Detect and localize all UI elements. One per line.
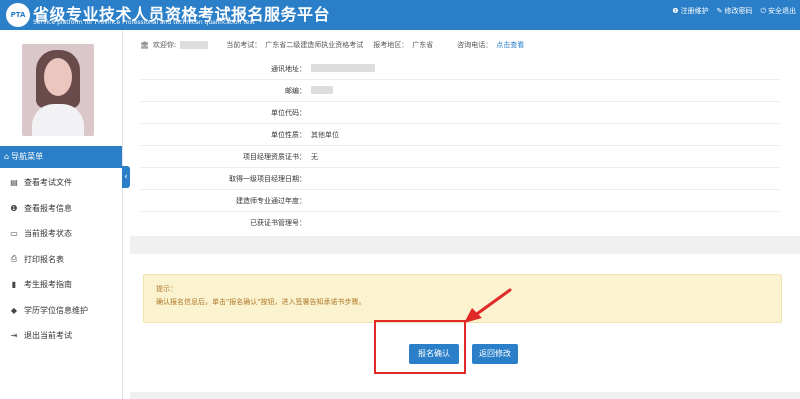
annotation-highlight-box xyxy=(374,320,466,374)
register-maintain-link[interactable]: ❶ 注册维护 xyxy=(672,6,708,16)
table-row: 已获证书管理号： xyxy=(250,219,306,227)
monitor-icon: ▭ xyxy=(10,229,18,239)
annotation-arrow xyxy=(464,288,512,323)
registration-info-table: 通讯地址： 邮编： 单位代码： 单位性质： 其他单位 项目经理资质证书： 无 取… xyxy=(140,58,780,233)
table-row: 取得一级项目经理日期： xyxy=(140,168,780,190)
nav-list: ▤ 查看考试文件 ❶ 查看报考信息 ▭ 当前报考状态 ⎙ 打印报名表 ▮ 考生报考指南 ◆… xyxy=(0,170,122,349)
sidebar-item-exam-info[interactable]: ❶ 查看报考信息 xyxy=(0,196,122,222)
table-row: 单位性质： 其他单位 xyxy=(140,124,780,146)
sidebar-item-exit-exam[interactable]: ⇥ 退出当前考试 xyxy=(0,323,122,349)
blurred-address xyxy=(311,64,375,72)
sidebar-item-guide[interactable]: ▮ 考生报考指南 xyxy=(0,272,122,298)
welcome-text: 欢迎你: xyxy=(152,41,177,49)
printer-icon: ⎙ xyxy=(10,254,18,264)
pta-logo: PTA xyxy=(6,3,30,27)
info-icon: ❶ xyxy=(10,203,18,213)
sidebar-item-education[interactable]: ◆ 学历学位信息维护 xyxy=(0,298,122,324)
power-icon: ⏻ xyxy=(760,6,766,15)
sidebar: ⌂ 导航菜单 ▤ 查看考试文件 ❶ 查看报考信息 ▭ 当前报考状态 ⎙ 打印报名表 ▮ 考生… xyxy=(0,30,123,399)
home-icon: ⌂ xyxy=(4,152,10,161)
top-header: PTA 省级专业技术人员资格考试报名服务平台 Service platform … xyxy=(0,0,800,30)
sidebar-item-exam-files[interactable]: ▤ 查看考试文件 xyxy=(0,170,122,196)
chevron-left-icon: ‹ xyxy=(124,172,128,182)
document-icon: ▤ xyxy=(10,178,18,188)
table-row: 建造师专业通过年度： xyxy=(140,190,780,212)
site-subtitle: Service platform for Province Profession… xyxy=(33,19,255,26)
sidebar-item-status[interactable]: ▭ 当前报考状态 xyxy=(0,221,122,247)
edit-icon: ✎ xyxy=(716,7,723,15)
logout-link[interactable]: ⏻ 安全退出 xyxy=(760,6,796,16)
graduation-cap-icon: ◆ xyxy=(10,305,18,315)
phone-view-link[interactable]: 点击查看 xyxy=(496,40,524,50)
top-links: ❶ 注册维护 ✎ 修改密码 ⏻ 安全退出 xyxy=(672,6,796,16)
info-icon: ❶ xyxy=(672,7,679,15)
exit-icon: ⇥ xyxy=(10,331,18,341)
table-row: 项目经理资质证书： 无 xyxy=(140,146,780,168)
table-row: 邮编： xyxy=(140,80,780,102)
back-to-edit-button[interactable]: 返回修改 xyxy=(472,344,518,364)
region-value: 广东省 xyxy=(412,41,434,49)
bottom-edge xyxy=(130,392,800,399)
table-row: 通讯地址： xyxy=(140,58,780,80)
greeting-bar: 🏛 欢迎你: 当前考试： 广东省二级建造师执业资格考试 报考地区： 广东省 咨询… xyxy=(140,40,524,50)
region-label: 报考地区： xyxy=(373,41,409,49)
bank-icon: 🏛 xyxy=(140,41,149,49)
blurred-postcode xyxy=(311,86,333,94)
book-icon: ▮ xyxy=(11,280,17,290)
notice-title: 提示： xyxy=(156,285,177,293)
change-password-link[interactable]: ✎ 修改密码 xyxy=(717,6,753,16)
nav-menu-header: ⌂ 导航菜单 xyxy=(0,146,122,168)
avatar xyxy=(22,44,94,136)
notice-text: 确认报名信息后，单击"报名确认"按钮，进入签署告知承诺书步骤。 xyxy=(156,298,366,306)
sidebar-collapse-toggle[interactable]: ‹ xyxy=(122,166,130,188)
sidebar-item-print[interactable]: ⎙ 打印报名表 xyxy=(0,247,122,273)
current-exam-value: 广东省二级建造师执业资格考试 xyxy=(265,41,364,49)
blurred-username xyxy=(180,41,209,49)
current-exam-label: 当前考试： xyxy=(226,41,262,49)
phone-label: 咨询电话： xyxy=(457,41,493,49)
section-divider xyxy=(130,236,800,254)
table-row: 单位代码： xyxy=(140,102,780,124)
